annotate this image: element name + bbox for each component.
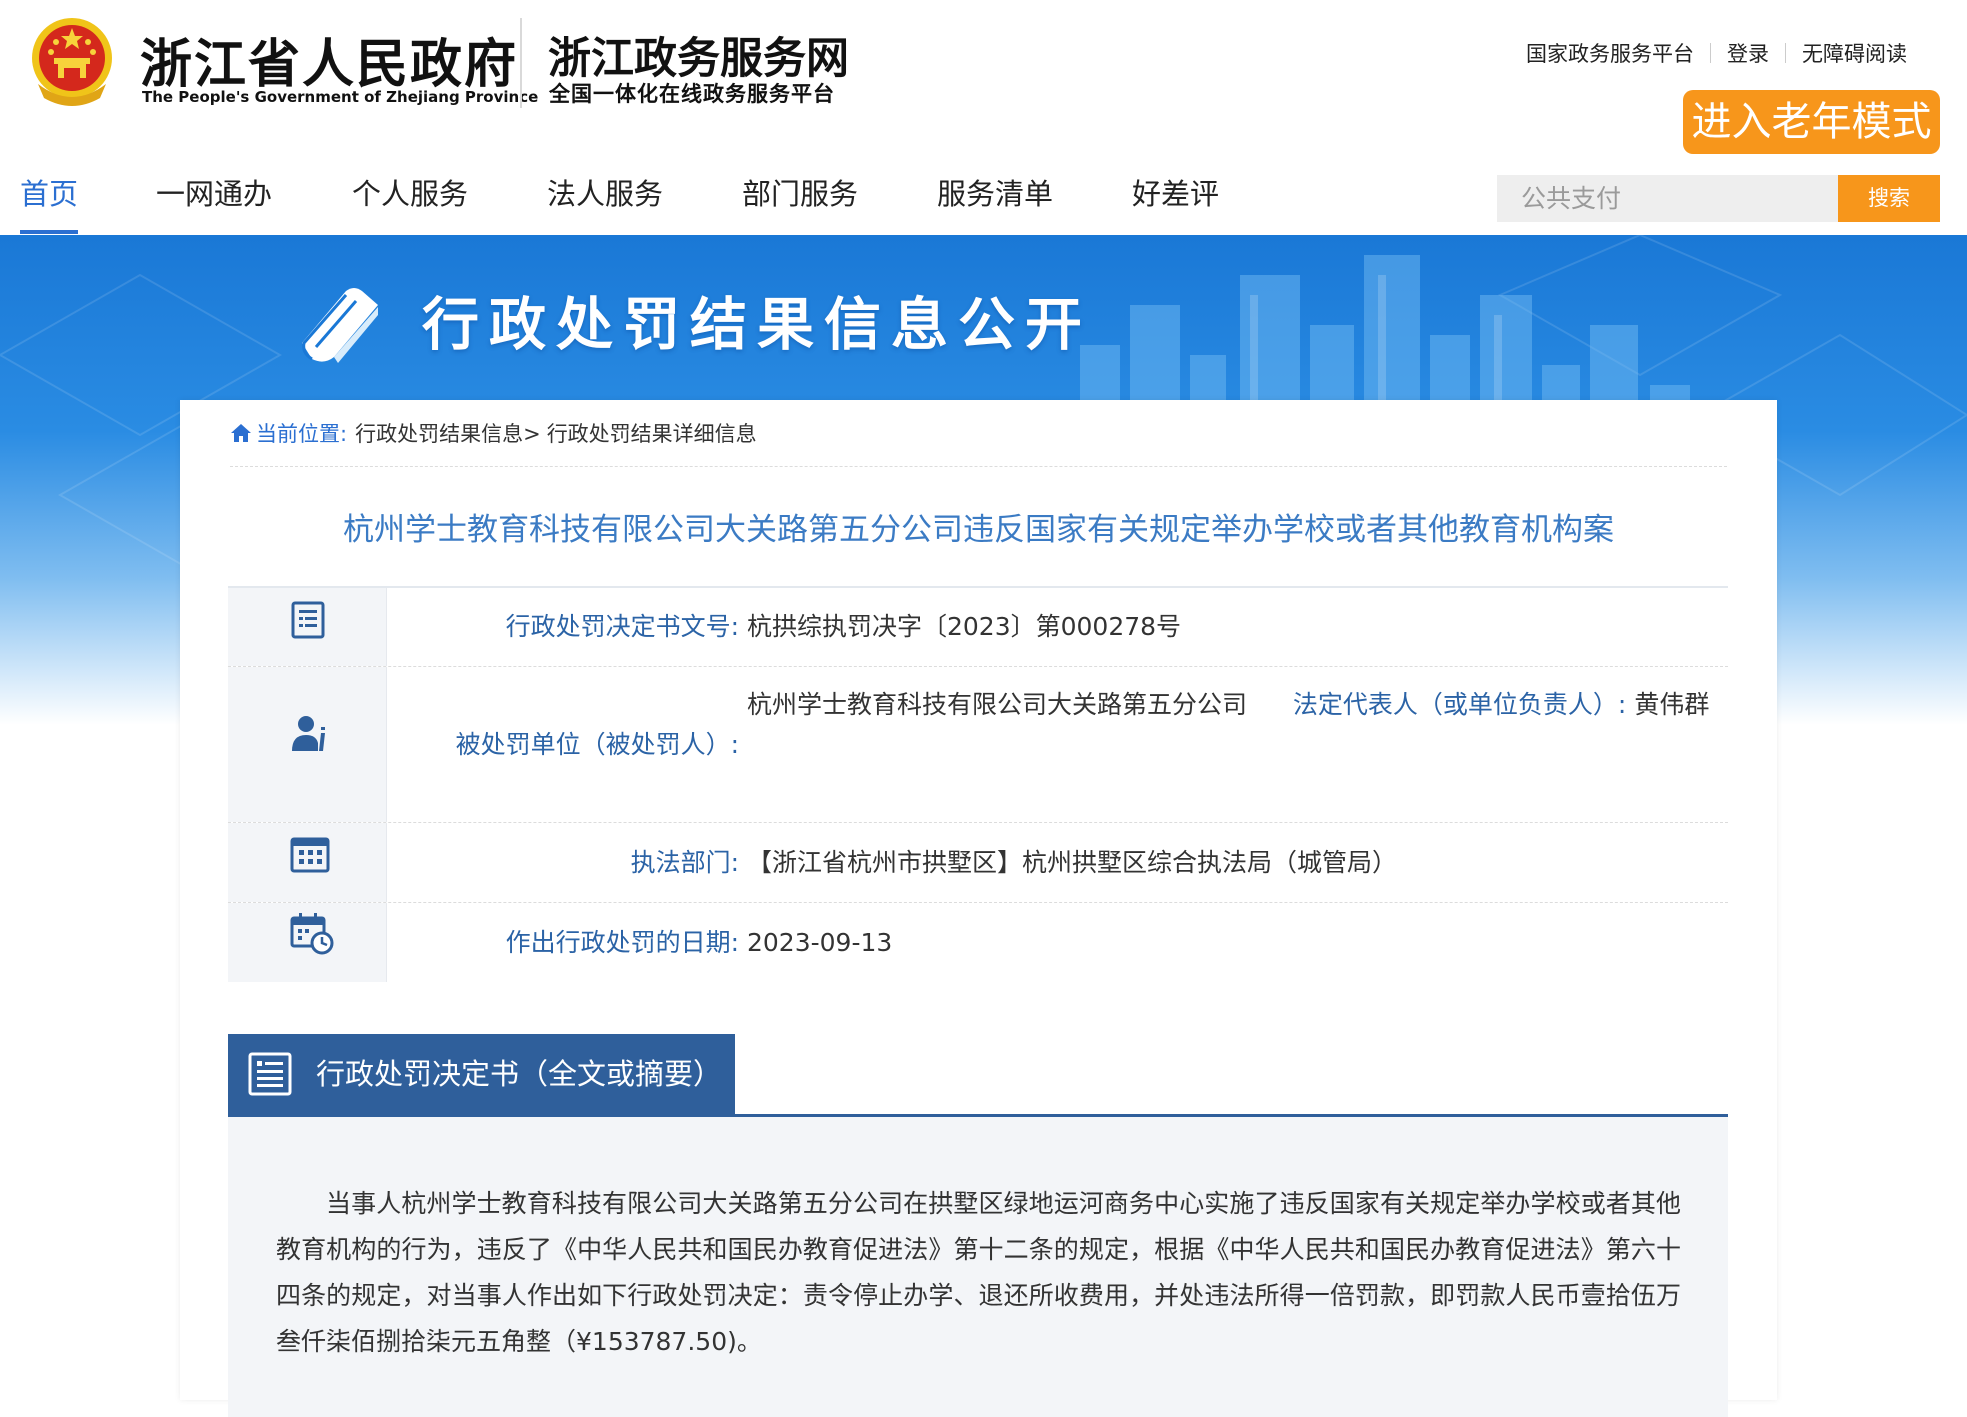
content-panel: 当前位置: 行政处罚结果信息> 行政处罚结果详细信息 杭州学士教育科技有限公司大… bbox=[180, 400, 1777, 1417]
national-platform-link[interactable]: 国家政务服务平台 bbox=[1526, 38, 1694, 68]
nav-home[interactable]: 首页 bbox=[20, 170, 79, 234]
national-emblem-icon[interactable] bbox=[26, 14, 118, 110]
info-row-punished-party: 被处罚单位（被处罚人）: 杭州学士教育科技有限公司大关路第五分公司 法定代表人（… bbox=[228, 667, 1728, 823]
punished-party-label: 被处罚单位（被处罚人）: bbox=[455, 730, 739, 759]
decision-text: 当事人杭州学士教育科技有限公司大关路第五分公司在拱墅区绿地运河商务中心实施了违反… bbox=[276, 1189, 1681, 1356]
date-label: 作出行政处罚的日期: bbox=[505, 928, 739, 957]
decision-no-value: 杭拱综执罚决字〔2023〕第000278号 bbox=[747, 612, 1182, 641]
breadcrumb: 当前位置: 行政处罚结果信息> 行政处罚结果详细信息 bbox=[230, 418, 757, 448]
building-icon bbox=[290, 837, 330, 873]
nav-personal-service[interactable]: 个人服务 bbox=[352, 170, 468, 234]
login-link[interactable]: 登录 bbox=[1727, 38, 1769, 68]
department-label: 执法部门: bbox=[630, 848, 739, 877]
gov-name-cn: 浙江省人民政府 bbox=[140, 34, 519, 95]
site-header: 浙江省人民政府 The People's Government of Zheji… bbox=[0, 0, 1967, 235]
punished-party-name: 杭州学士教育科技有限公司大关路第五分公司 bbox=[747, 690, 1248, 719]
search-button[interactable]: 搜索 bbox=[1838, 175, 1940, 222]
service-subtitle: 全国一体化在线政务服务平台 bbox=[549, 81, 835, 106]
gov-name-en: The People's Government of Zhejiang Prov… bbox=[142, 88, 539, 106]
accessibility-link[interactable]: 无障碍阅读 bbox=[1802, 38, 1907, 68]
icon-cell bbox=[228, 903, 387, 982]
decision-section-tab: 行政处罚决定书（全文或摘要） bbox=[228, 1034, 735, 1114]
calendar-clock-icon bbox=[290, 913, 334, 955]
link-separator bbox=[1785, 43, 1786, 63]
info-row-department: 执法部门: 【浙江省杭州市拱墅区】杭州拱墅区综合执法局（城管局） bbox=[228, 823, 1728, 903]
document-list-icon bbox=[248, 1052, 292, 1096]
link-separator bbox=[1710, 43, 1711, 63]
department-value: 【浙江省杭州市拱墅区】杭州拱墅区综合执法局（城管局） bbox=[747, 848, 1398, 877]
legal-rep-value: 黄伟群 bbox=[1634, 690, 1710, 719]
nav-one-stop[interactable]: 一网通办 bbox=[156, 170, 272, 234]
nav-department-service[interactable]: 部门服务 bbox=[742, 170, 858, 234]
decision-body: 当事人杭州学士教育科技有限公司大关路第五分公司在拱墅区绿地运河商务中心实施了违反… bbox=[228, 1117, 1728, 1417]
info-row-date: 作出行政处罚的日期: 2023-09-13 bbox=[228, 903, 1728, 982]
person-icon bbox=[292, 716, 325, 751]
decision-section-header: 行政处罚决定书（全文或摘要） bbox=[228, 1034, 1728, 1117]
book-icon bbox=[302, 288, 378, 363]
elder-mode-button[interactable]: 进入老年模式 bbox=[1683, 90, 1940, 154]
banner-title: 行政处罚结果信息公开 bbox=[422, 292, 1092, 358]
info-row-decision-no: 行政处罚决定书文号: 杭拱综执罚决字〔2023〕第000278号 bbox=[228, 588, 1728, 667]
top-links: 国家政务服务平台 登录 无障碍阅读 bbox=[1526, 38, 1907, 68]
decision-section-title: 行政处罚决定书（全文或摘要） bbox=[316, 1057, 723, 1091]
header-divider bbox=[520, 18, 522, 108]
nav-legal-entity-service[interactable]: 法人服务 bbox=[547, 170, 663, 234]
case-title: 杭州学士教育科技有限公司大关路第五分公司违反国家有关规定举办学校或者其他教育机构… bbox=[343, 512, 1614, 548]
service-name[interactable]: 浙江政务服务网 bbox=[548, 24, 849, 86]
nav-service-list[interactable]: 服务清单 bbox=[937, 170, 1053, 234]
search-input[interactable] bbox=[1497, 175, 1840, 222]
decision-no-label: 行政处罚决定书文号: bbox=[505, 612, 739, 641]
punished-party-value: 杭州学士教育科技有限公司大关路第五分公司 法定代表人（或单位负责人）: 黄伟群 bbox=[747, 667, 1728, 822]
breadcrumb-label: 当前位置: bbox=[256, 422, 348, 446]
nav-evaluation[interactable]: 好差评 bbox=[1132, 170, 1219, 234]
info-table: 行政处罚决定书文号: 杭拱综执罚决字〔2023〕第000278号 被处罚单位（被… bbox=[228, 586, 1728, 982]
home-icon[interactable] bbox=[230, 423, 252, 443]
legal-rep-label: 法定代表人（或单位负责人）: bbox=[1292, 690, 1627, 719]
document-icon bbox=[291, 601, 325, 639]
breadcrumb-item-detail: 行政处罚结果详细信息 bbox=[546, 422, 757, 446]
icon-cell bbox=[228, 588, 387, 666]
icon-cell bbox=[228, 823, 387, 902]
date-value: 2023-09-13 bbox=[747, 928, 893, 957]
breadcrumb-divider bbox=[230, 466, 1727, 467]
icon-cell bbox=[228, 667, 387, 822]
breadcrumb-item-list[interactable]: 行政处罚结果信息> bbox=[355, 418, 541, 448]
